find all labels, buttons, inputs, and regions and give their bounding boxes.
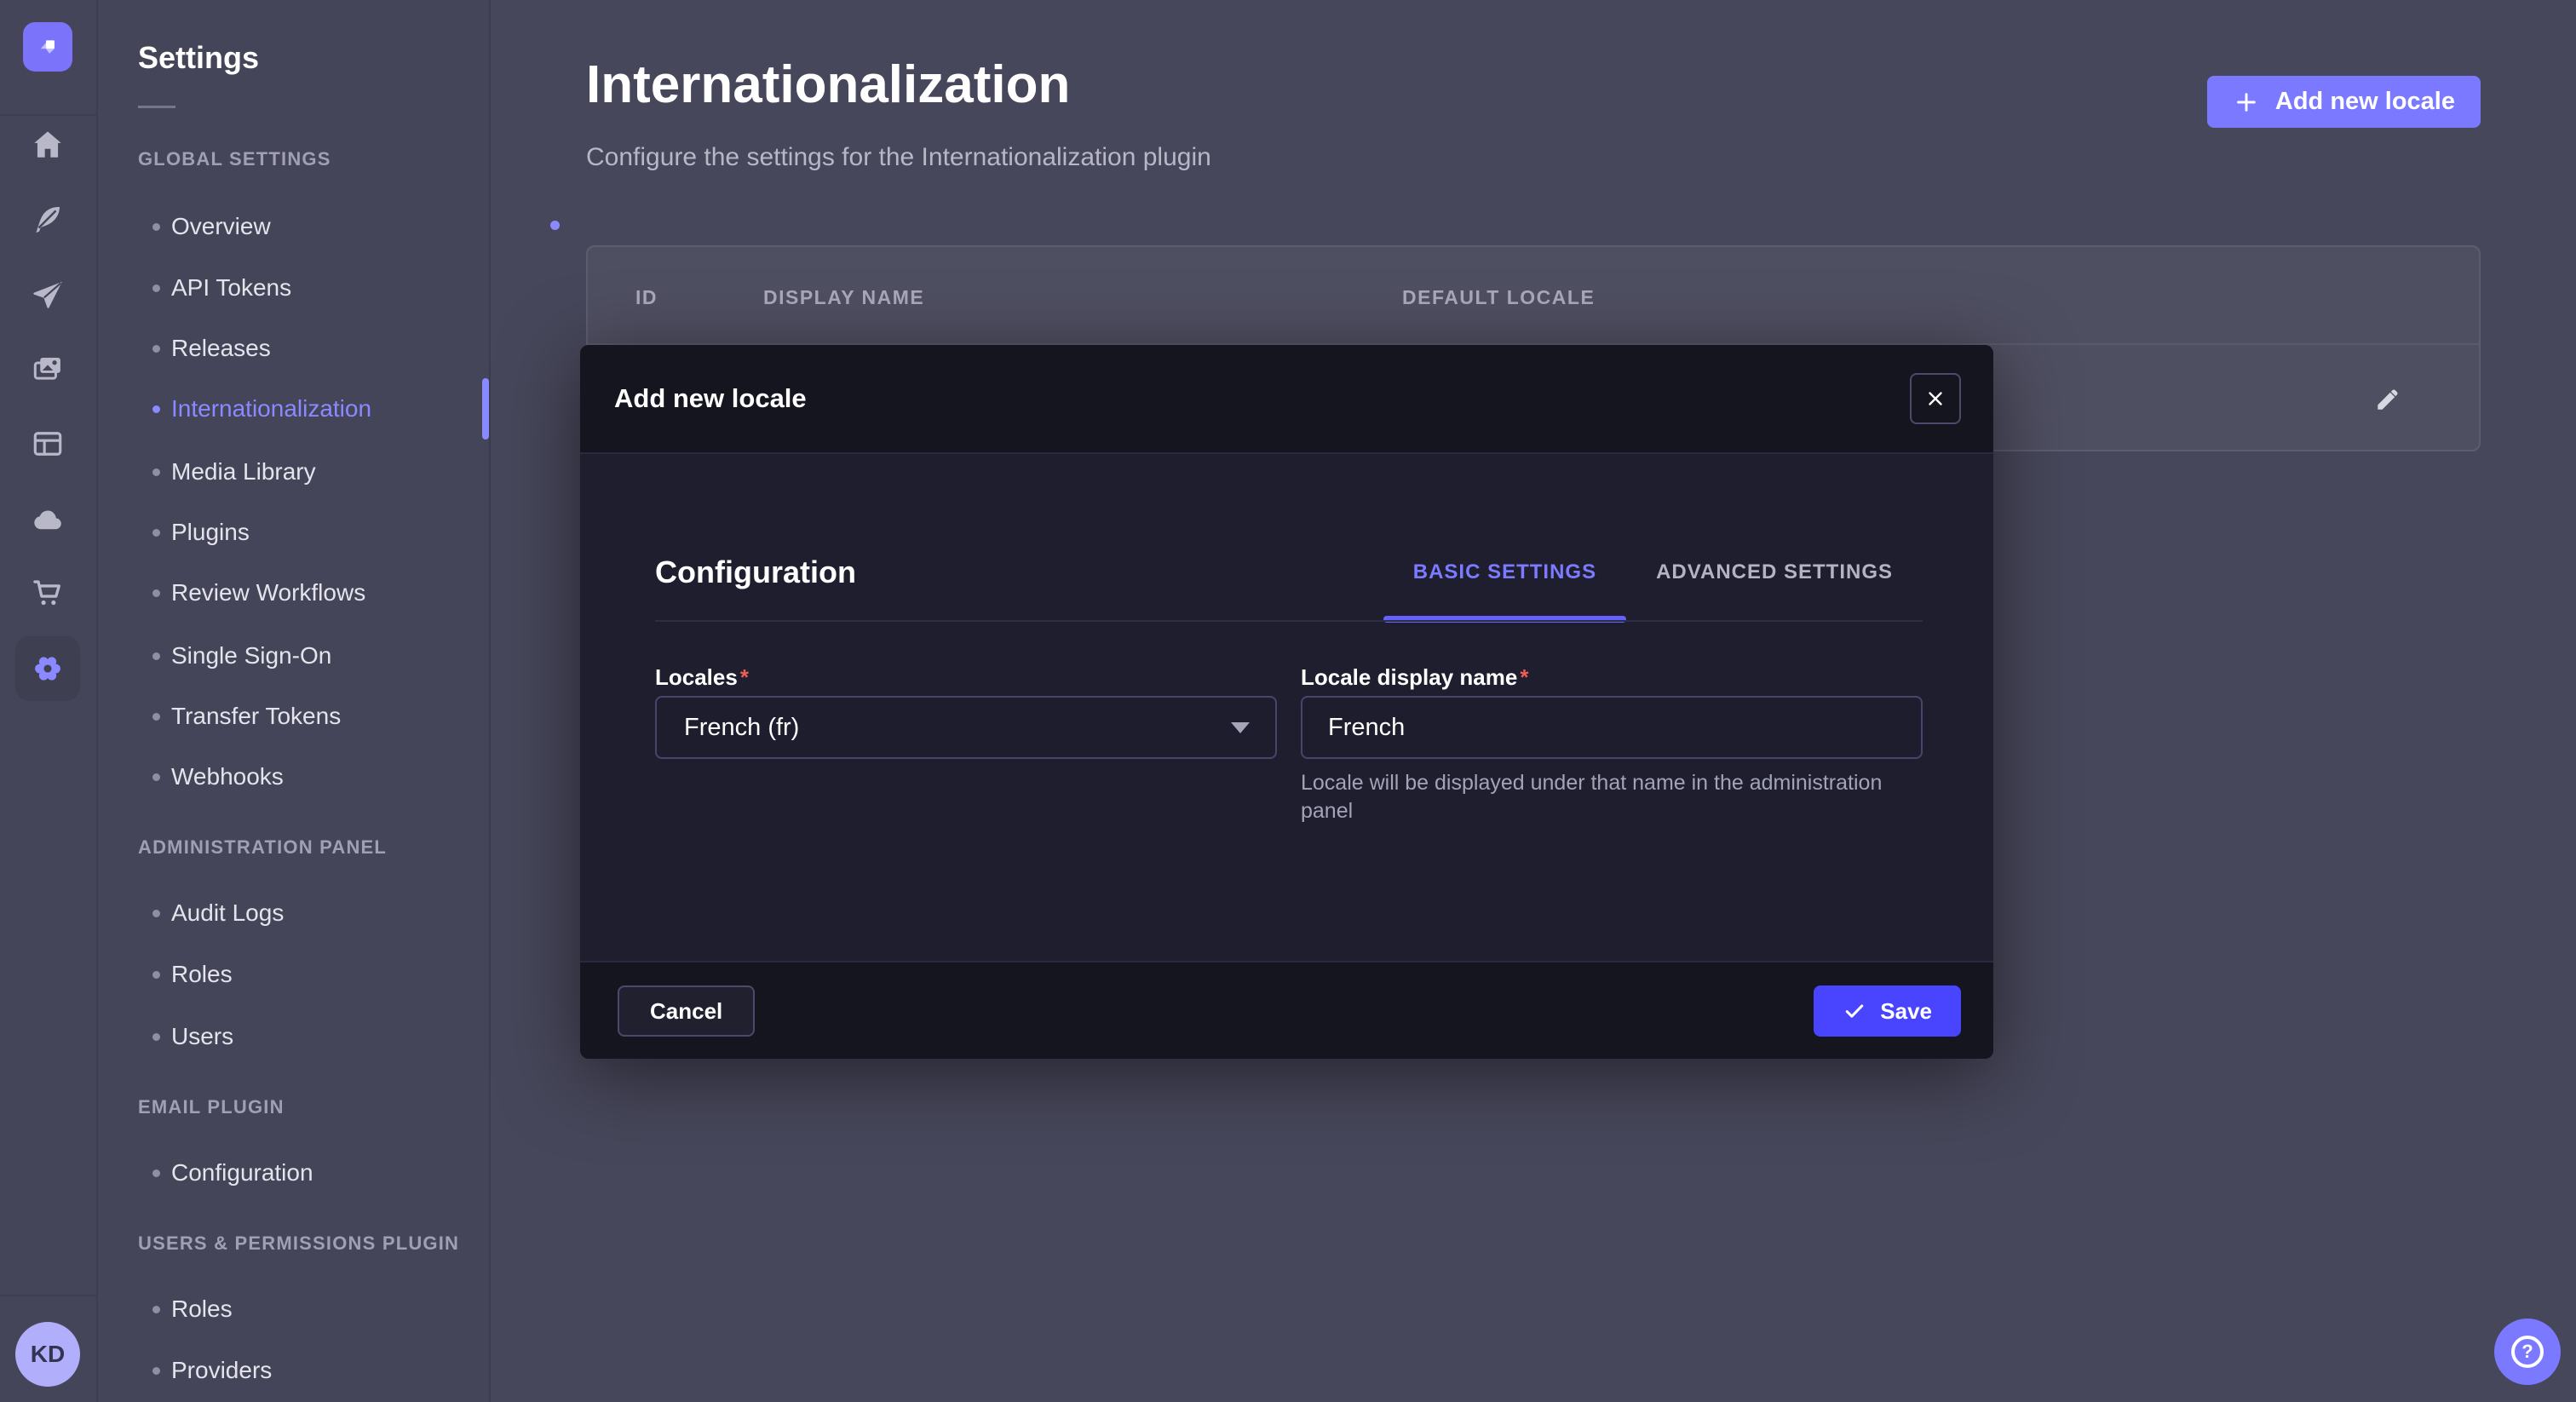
column-header-default-locale: DEFAULT LOCALE (1402, 286, 1595, 309)
bullet-icon (152, 529, 160, 537)
bullet-icon (152, 223, 160, 231)
sidebar-title-underline (138, 106, 175, 108)
notification-dot (550, 221, 560, 230)
required-asterisk: * (738, 664, 749, 690)
section-email-plugin: EMAIL PLUGIN (138, 1095, 285, 1119)
sidebar-item-admin-roles[interactable]: Roles (152, 959, 233, 990)
configuration-heading: Configuration (655, 554, 856, 590)
cart-icon (30, 575, 66, 611)
layout-icon (30, 426, 66, 462)
strapi-logo-icon (33, 32, 62, 61)
home-button[interactable] (15, 112, 80, 177)
content-manager-button[interactable] (15, 411, 80, 476)
marketplace-button[interactable] (15, 560, 80, 625)
bullet-icon (152, 1306, 160, 1313)
bullet-icon (152, 1367, 160, 1375)
page-subtitle: Configure the settings for the Internati… (586, 143, 1211, 172)
close-icon (1924, 388, 1946, 410)
settings-tabs: BASIC SETTINGS ADVANCED SETTINGS (1383, 560, 1923, 585)
section-administration-panel: ADMINISTRATION PANEL (138, 836, 387, 859)
column-header-display-name: DISPLAY NAME (763, 286, 924, 309)
sidebar-item-plugins[interactable]: Plugins (152, 517, 250, 548)
cloud-button[interactable] (15, 487, 80, 552)
locales-select[interactable]: French (fr) (655, 696, 1277, 759)
settings-sidebar: Settings GLOBAL SETTINGS Overview API To… (98, 0, 491, 1402)
bullet-icon (152, 284, 160, 292)
modal-footer: Cancel Save (580, 961, 1993, 1059)
bullet-icon (152, 589, 160, 597)
section-users-permissions-plugin: USERS & PERMISSIONS PLUGIN (138, 1232, 459, 1255)
question-mark-icon: ? (2511, 1336, 2544, 1368)
close-modal-button[interactable] (1910, 373, 1961, 424)
sidebar-item-audit-logs[interactable]: Audit Logs (152, 898, 284, 928)
media-library-button[interactable] (15, 337, 80, 402)
sidebar-title: Settings (138, 40, 259, 76)
bullet-icon (152, 971, 160, 979)
plus-icon (2233, 89, 2260, 116)
settings-button[interactable] (15, 636, 80, 701)
icon-rail: KD (0, 0, 98, 1402)
sidebar-item-api-tokens[interactable]: API Tokens (152, 273, 291, 303)
cloud-icon (30, 502, 66, 537)
required-asterisk: * (1517, 664, 1528, 690)
sidebar-item-internationalization[interactable]: Internationalization (152, 394, 371, 424)
column-header-id: ID (635, 286, 658, 309)
sidebar-item-review-workflows[interactable]: Review Workflows (152, 577, 365, 608)
images-icon (30, 352, 66, 388)
modal-title: Add new locale (614, 345, 807, 452)
chevron-down-icon (1231, 722, 1250, 733)
sidebar-item-single-sign-on[interactable]: Single Sign-On (152, 641, 331, 671)
cancel-button[interactable]: Cancel (618, 985, 755, 1037)
section-global-settings: GLOBAL SETTINGS (138, 147, 331, 171)
page-title: Internationalization (586, 55, 1070, 115)
help-button[interactable]: ? (2494, 1319, 2561, 1385)
bullet-icon (152, 405, 160, 413)
deploy-button[interactable] (15, 263, 80, 328)
rail-divider (0, 1295, 96, 1296)
display-name-label: Locale display name* (1301, 664, 1528, 691)
tab-basic-settings[interactable]: BASIC SETTINGS (1383, 560, 1626, 585)
sidebar-item-email-configuration[interactable]: Configuration (152, 1158, 313, 1188)
edit-row-button[interactable] (2373, 385, 2402, 414)
sidebar-item-overview[interactable]: Overview (152, 211, 271, 242)
sidebar-item-transfer-tokens[interactable]: Transfer Tokens (152, 701, 341, 732)
bullet-icon (152, 652, 160, 660)
user-avatar[interactable]: KD (15, 1322, 80, 1387)
content-builder-button[interactable] (15, 187, 80, 251)
check-icon (1843, 999, 1866, 1023)
sidebar-item-providers[interactable]: Providers (152, 1355, 272, 1386)
sidebar-item-up-roles[interactable]: Roles (152, 1294, 233, 1324)
bullet-icon (152, 1169, 160, 1177)
add-new-locale-modal: Add new locale Configuration BASIC SETTI… (580, 345, 1993, 1059)
bullet-icon (152, 773, 160, 781)
tab-advanced-settings[interactable]: ADVANCED SETTINGS (1626, 560, 1923, 585)
sidebar-item-webhooks[interactable]: Webhooks (152, 761, 284, 792)
modal-header: Add new locale (580, 345, 1993, 454)
bullet-icon (152, 1033, 160, 1041)
bullet-icon (152, 713, 160, 721)
bullet-icon (152, 468, 160, 476)
display-name-hint: Locale will be displayed under that name… (1301, 769, 1906, 825)
add-new-locale-button[interactable]: Add new locale (2207, 76, 2481, 128)
bullet-icon (152, 345, 160, 353)
home-icon (30, 127, 66, 163)
sidebar-item-releases[interactable]: Releases (152, 333, 271, 364)
gear-icon (30, 651, 66, 687)
display-name-input[interactable] (1301, 696, 1923, 759)
active-item-indicator (482, 378, 489, 440)
locales-label: Locales* (655, 664, 749, 691)
sidebar-item-media-library[interactable]: Media Library (152, 457, 316, 487)
feather-icon (30, 201, 66, 237)
bullet-icon (152, 910, 160, 917)
app-window: KD Settings GLOBAL SETTINGS Overview API… (0, 0, 2576, 1402)
strapi-logo[interactable] (23, 22, 72, 72)
pencil-icon (2373, 385, 2402, 414)
paper-plane-icon (30, 278, 66, 313)
tabs-divider (655, 620, 1923, 622)
sidebar-item-users[interactable]: Users (152, 1021, 233, 1052)
save-button[interactable]: Save (1814, 985, 1961, 1037)
